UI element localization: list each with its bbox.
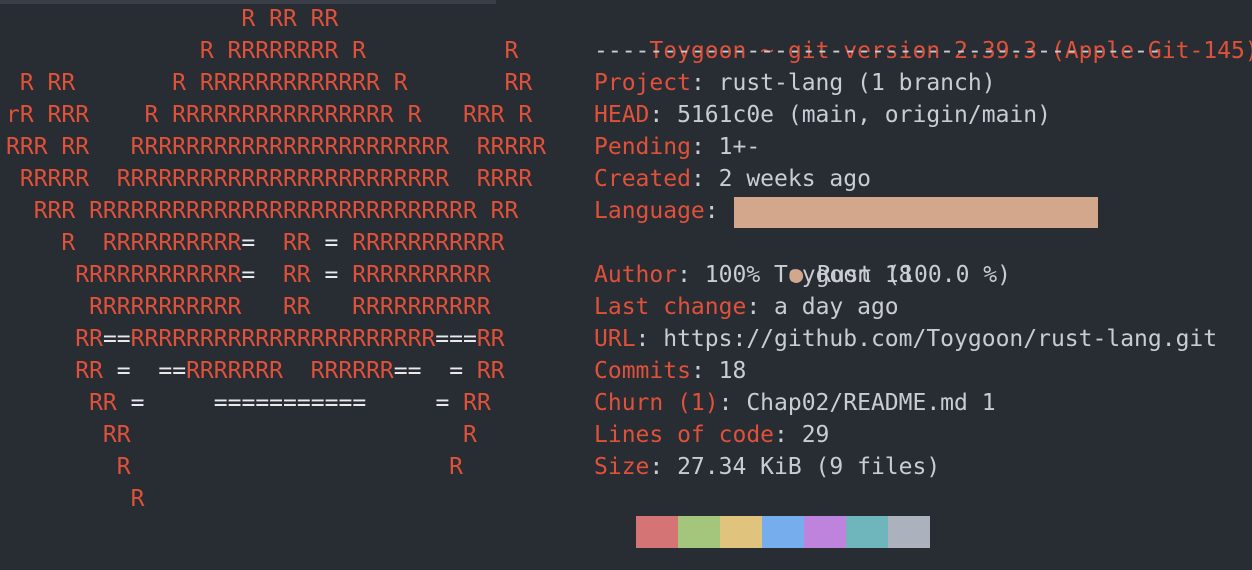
info-row: Language: bbox=[594, 195, 732, 227]
info-key: Size bbox=[594, 454, 650, 480]
ascii-art-line: RRR RRRRRRRRRRRRRRRRRRRRRRRRRRRR RR bbox=[6, 198, 519, 224]
info-row: Pending: 1+- bbox=[594, 131, 760, 163]
info-key: HEAD bbox=[594, 102, 650, 128]
info-separator: ----------------------------------------… bbox=[594, 38, 1162, 64]
info-value: : 29 bbox=[774, 422, 830, 448]
info-key: Language bbox=[594, 198, 705, 224]
ascii-art-line: R RR R RRRRRRRRRRRRR R RR bbox=[6, 70, 533, 96]
info-value: : 18 bbox=[690, 358, 747, 384]
ascii-art-line: RRRRR RRRRRRRRRRRRRRRRRRRRRRRR RRRR bbox=[6, 166, 533, 192]
language-legend-label: Rust (100.0 %) bbox=[803, 262, 1011, 288]
palette-swatch bbox=[804, 516, 846, 548]
info-row: Churn (1): Chap02/README.md 1 bbox=[594, 387, 996, 419]
ascii-art-line: RRRRRRRRRRRR= RR = RRRRRRRRRR bbox=[6, 262, 491, 288]
language-bar bbox=[734, 197, 1098, 228]
ascii-art-line: rR RRR R RRRRRRRRRRRRRRRR R RRR R bbox=[6, 102, 533, 128]
info-value[interactable]: : https://github.com/Toygoon/rust-lang.g… bbox=[636, 326, 1218, 352]
ascii-art-line: RRRRRRRRRRR RR RRRRRRRRRR bbox=[6, 294, 491, 320]
palette-swatch bbox=[888, 516, 930, 548]
ascii-art-line: RR = ==RRRRRRR RRRRRR== = RR bbox=[6, 358, 505, 384]
ascii-art-line: RRR RR RRRRRRRRRRRRRRRRRRRRRRR RRRRR bbox=[6, 134, 547, 160]
info-value: : a day ago bbox=[746, 294, 899, 320]
palette-swatch bbox=[762, 516, 804, 548]
info-key: Author bbox=[594, 262, 678, 288]
info-value: : rust-lang (1 branch) bbox=[690, 70, 996, 96]
ascii-art-line: RR = =========== = RR bbox=[6, 390, 491, 416]
info-key: URL bbox=[594, 326, 636, 352]
info-value: : 2 weeks ago bbox=[690, 166, 871, 192]
ascii-art-line: R RRRRRRRRRR= RR = RRRRRRRRRRR bbox=[6, 230, 505, 256]
info-value: : 1+- bbox=[690, 134, 761, 160]
info-key: Churn (1) bbox=[594, 390, 719, 416]
ascii-art-line: R R bbox=[6, 454, 463, 480]
palette-swatch bbox=[636, 516, 678, 548]
info-row: Commits: 18 bbox=[594, 355, 746, 387]
info-row: Lines of code: 29 bbox=[594, 419, 829, 451]
ascii-art-line: R RR RR bbox=[6, 6, 339, 32]
language-legend: ● Rust (100.0 %) bbox=[734, 227, 1011, 288]
info-value: : 5161c0e (main, origin/main) bbox=[649, 102, 1051, 128]
info-row: URL: https://github.com/Toygoon/rust-lan… bbox=[594, 323, 1217, 355]
info-row: Project: rust-lang (1 branch) bbox=[594, 67, 996, 99]
palette-swatch bbox=[720, 516, 762, 548]
info-key: Project bbox=[594, 70, 691, 96]
palette-swatch bbox=[846, 516, 888, 548]
info-key: Pending bbox=[594, 134, 691, 160]
terminal-window[interactable]: R RR RR R RRRRRRRR R R R RR R RRRRRRRRRR… bbox=[0, 0, 1252, 570]
ascii-art-line: R bbox=[6, 486, 145, 512]
info-key: Created bbox=[594, 166, 691, 192]
info-row: HEAD: 5161c0e (main, origin/main) bbox=[594, 99, 1051, 131]
ascii-art-line: RR==RRRRRRRRRRRRRRRRRRRRRR===RR bbox=[6, 326, 505, 352]
color-palette bbox=[636, 516, 930, 548]
palette-swatch bbox=[678, 516, 720, 548]
info-row: Size: 27.34 KiB (9 files) bbox=[594, 451, 940, 483]
info-key: Last change bbox=[594, 294, 747, 320]
info-value: : bbox=[704, 198, 733, 224]
info-key: Lines of code bbox=[594, 422, 775, 448]
language-dot-icon: ● bbox=[789, 262, 804, 288]
info-value: : Chap02/README.md 1 bbox=[718, 390, 996, 416]
info-title: Toygoon ~ git version 2.39.3 (Apple Git-… bbox=[594, 3, 1252, 64]
info-row: Created: 2 weeks ago bbox=[594, 163, 871, 195]
ascii-art-line: RR R bbox=[6, 422, 477, 448]
info-value: : 27.34 KiB (9 files) bbox=[649, 454, 941, 480]
info-key: Commits bbox=[594, 358, 691, 384]
ascii-art-line: R RRRRRRRR R R bbox=[6, 38, 519, 64]
